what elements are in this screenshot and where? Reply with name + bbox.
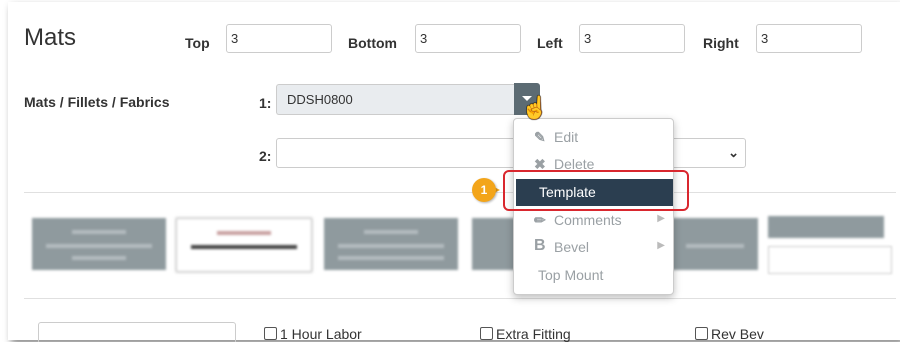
- torn-edge: [0, 342, 916, 354]
- checkbox-icon: [480, 327, 493, 340]
- bottom-label: Bottom: [348, 35, 397, 51]
- bottom-input[interactable]: [415, 24, 521, 53]
- hand-cursor-icon: ☝: [521, 95, 549, 120]
- checkbox-icon: [264, 327, 277, 340]
- blurred-tile[interactable]: [672, 218, 758, 270]
- rev-bev-label: Rev Bev: [711, 326, 764, 342]
- highlight-box: [503, 170, 689, 211]
- menu-item-top-mount[interactable]: Top Mount: [514, 262, 673, 289]
- checkbox-icon: [695, 327, 708, 340]
- torn-edge: [900, 0, 914, 352]
- mat-row2-label: 2:: [259, 148, 272, 164]
- top-input[interactable]: [226, 24, 332, 53]
- section-title: Mats: [24, 24, 77, 51]
- right-input[interactable]: [756, 24, 862, 53]
- mat2-select[interactable]: ⌄: [276, 138, 746, 168]
- chevron-down-icon: ⌄: [728, 145, 739, 160]
- left-label: Left: [537, 35, 563, 51]
- labor-checkbox[interactable]: 1 Hour Labor: [264, 326, 362, 342]
- blurred-button[interactable]: [768, 216, 884, 238]
- divider: [24, 298, 896, 299]
- bold-b-icon: B: [534, 237, 546, 254]
- blurred-tile[interactable]: [472, 218, 516, 270]
- blurred-tile[interactable]: [176, 218, 312, 272]
- labor-checkbox-label: 1 Hour Labor: [280, 326, 362, 342]
- submenu-arrow-icon: ▶: [657, 213, 665, 224]
- mats-label: Mats / Fillets / Fabrics: [24, 94, 170, 110]
- right-label: Right: [703, 35, 739, 51]
- divider: [24, 192, 896, 193]
- blurred-tile[interactable]: [32, 218, 166, 270]
- blurred-tile[interactable]: [324, 218, 458, 270]
- step-badge: 1: [472, 178, 496, 202]
- edit-icon: ✎: [534, 129, 546, 145]
- blurred-select[interactable]: [768, 246, 892, 274]
- top-label: Top: [185, 35, 210, 51]
- rev-bev-checkbox[interactable]: Rev Bev: [695, 326, 764, 342]
- menu-item-comments[interactable]: ✏ Comments ▶: [514, 207, 673, 234]
- menu-item-edit[interactable]: ✎ Edit: [514, 124, 673, 151]
- mat1-select[interactable]: DDSH0800: [276, 84, 516, 115]
- submenu-arrow-icon: ▶: [657, 240, 665, 251]
- menu-item-bevel[interactable]: B Bevel ▶: [514, 234, 673, 261]
- mat-row1-label: 1:: [259, 95, 272, 111]
- extra-fitting-checkbox[interactable]: Extra Fitting: [480, 326, 571, 342]
- extra-fitting-label: Extra Fitting: [496, 326, 571, 342]
- pencil-icon: ✏: [534, 212, 546, 228]
- left-input[interactable]: [579, 24, 685, 53]
